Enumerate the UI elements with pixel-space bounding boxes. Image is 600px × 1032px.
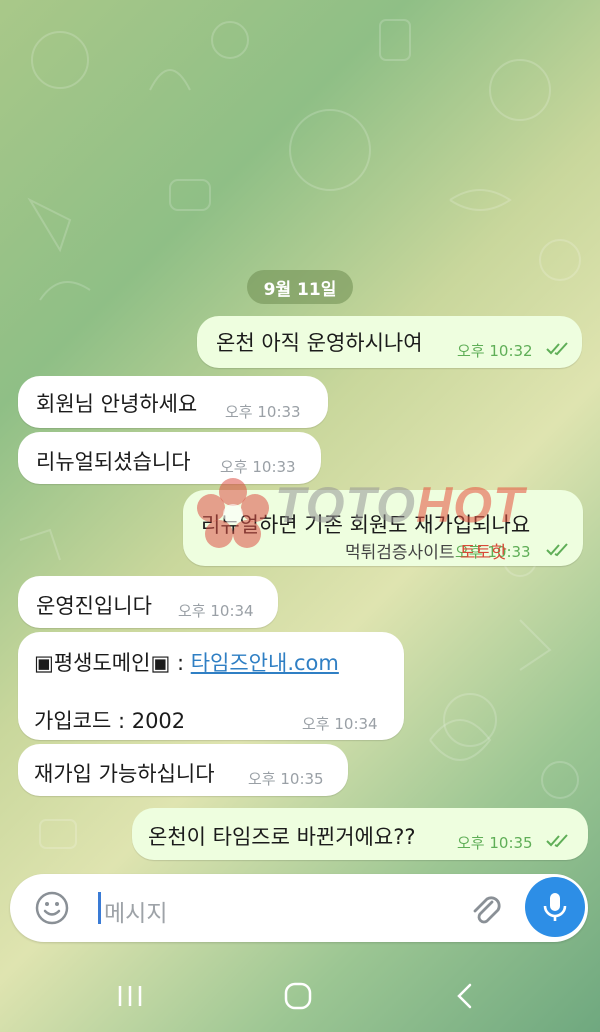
text-caret (98, 892, 101, 924)
message-time: 오후 10:35 (457, 834, 533, 852)
home-icon[interactable] (278, 980, 318, 1012)
paperclip-icon[interactable] (466, 890, 506, 930)
date-separator: 9월 11일 (247, 270, 353, 304)
message-time: 오후 10:33 (225, 403, 301, 421)
message-time: 오후 10:34 (178, 602, 254, 620)
message-text: 리뉴얼되셨습니다 (36, 450, 191, 474)
microphone-icon (543, 893, 567, 921)
read-checkmarks-icon (546, 543, 572, 557)
message-line-2: 가입코드 : 2002 (34, 709, 186, 733)
domain-link[interactable]: 타임즈안내.com (191, 651, 339, 675)
message-text: 온천이 타임즈로 바뀐거에요?? (148, 825, 416, 849)
microphone-button[interactable] (525, 877, 585, 937)
message-input[interactable]: 메시지 (104, 894, 167, 928)
message-text: 온천 아직 운영하시나여 (216, 331, 423, 355)
message-bubble-outgoing[interactable]: 온천 아직 운영하시나여 오후 10:32 (197, 316, 582, 368)
message-time: 오후 10:34 (302, 715, 378, 733)
message-bubble-incoming[interactable]: 회원님 안녕하세요 오후 10:33 (18, 376, 328, 428)
emoji-smile-icon[interactable] (34, 890, 70, 926)
read-checkmarks-icon (546, 342, 572, 356)
message-bubble-incoming[interactable]: 리뉴얼되셨습니다 오후 10:33 (18, 432, 321, 484)
message-text: 리뉴얼하면 기존 회원도 재가입되나요 (201, 513, 531, 537)
recents-icon[interactable] (110, 980, 150, 1012)
system-navigation-bar (0, 960, 600, 1032)
message-bubble-incoming[interactable]: 재가입 가능하십니다 오후 10:35 (18, 744, 348, 796)
back-icon[interactable] (446, 980, 486, 1012)
message-bubble-outgoing[interactable]: 리뉴얼하면 기존 회원도 재가입되나요 오후 10:33 (183, 490, 583, 566)
message-time: 오후 10:32 (457, 342, 533, 360)
message-text: 운영진입니다 (36, 594, 152, 618)
message-time: 오후 10:33 (455, 543, 531, 561)
message-time: 오후 10:35 (248, 770, 324, 788)
message-line-1: ▣평생도메인▣ : 타임즈안내.com (34, 647, 339, 677)
message-bubble-incoming[interactable]: ▣평생도메인▣ : 타임즈안내.com 가입코드 : 2002 오후 10:34 (18, 632, 404, 740)
domain-label: ▣평생도메인▣ : (34, 651, 191, 675)
message-text: 재가입 가능하십니다 (34, 762, 215, 786)
message-composer[interactable]: 메시지 (10, 874, 588, 942)
message-bubble-outgoing[interactable]: 온천이 타임즈로 바뀐거에요?? 오후 10:35 (132, 808, 588, 860)
message-time: 오후 10:33 (220, 458, 296, 476)
message-bubble-incoming[interactable]: 운영진입니다 오후 10:34 (18, 576, 278, 628)
read-checkmarks-icon (546, 834, 572, 848)
message-text: 회원님 안녕하세요 (36, 392, 198, 416)
